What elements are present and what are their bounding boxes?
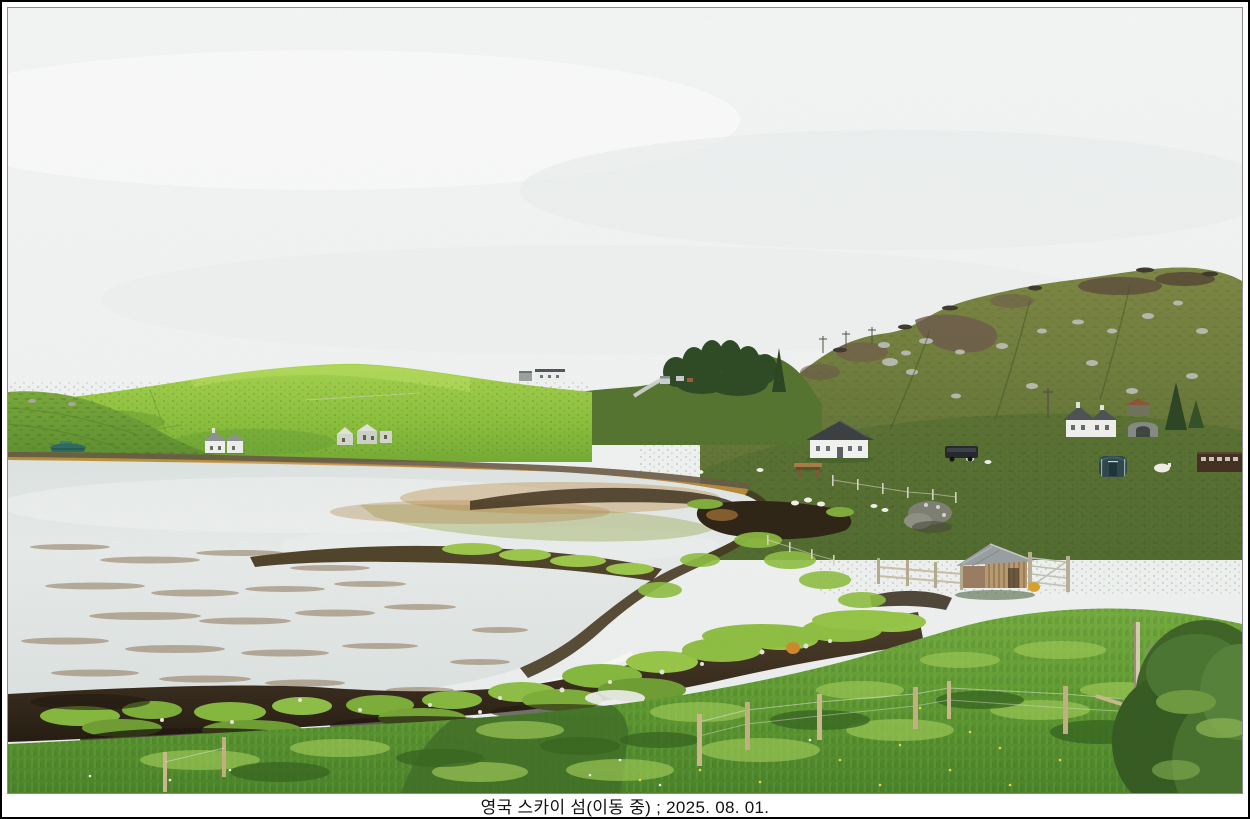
framed-photo-page: 영국 스카이 섬(이동 중) ; 2025. 08. 01. bbox=[0, 0, 1250, 819]
caption-text: 영국 스카이 섬(이동 중) ; 2025. 08. 01. bbox=[480, 797, 770, 817]
caption-bar: 영국 스카이 섬(이동 중) ; 2025. 08. 01. bbox=[8, 794, 1242, 817]
photo bbox=[7, 7, 1243, 794]
photo-grain-overlay bbox=[8, 8, 1242, 793]
landscape-scene bbox=[8, 8, 1242, 793]
